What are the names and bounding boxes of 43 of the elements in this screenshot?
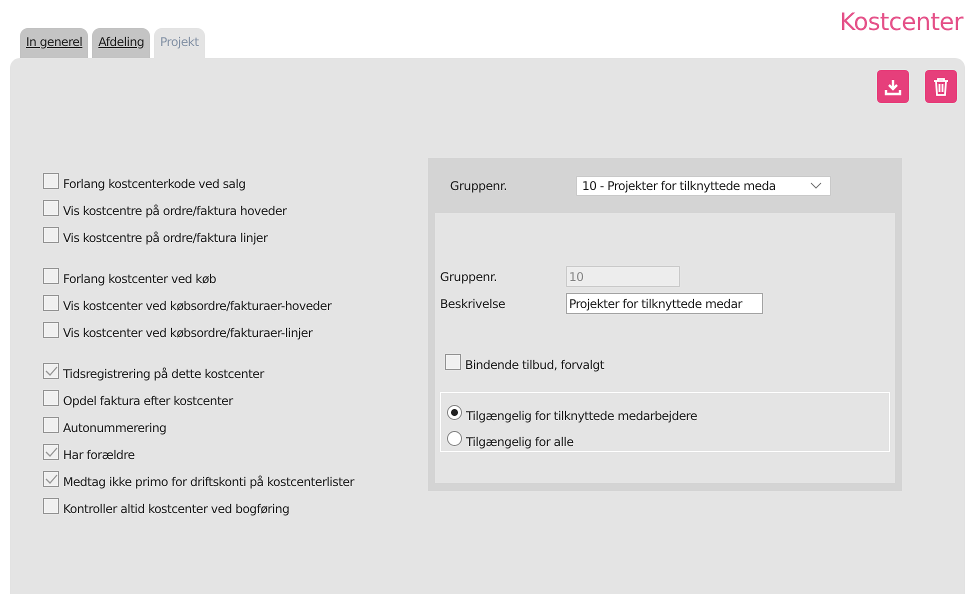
checkbox[interactable]	[43, 295, 59, 311]
checkbox-label: Vis kostcentre på ordre/faktura hoveder	[63, 204, 287, 218]
checkbox-label: Forlang kostcenter ved køb	[63, 272, 216, 286]
radio-label: Tilgængelig for alle	[466, 435, 574, 449]
checkbox-label: Vis kostcentre på ordre/faktura linjer	[63, 231, 268, 245]
checkbox-label: Vis kostcenter ved købsordre/fakturaer-hoveder	[63, 299, 332, 313]
field-label: Beskrivelse	[440, 296, 506, 310]
checkbox-label: Medtag ikke primo for driftskonti på kostcenterlister	[63, 475, 354, 489]
group-select[interactable]: 10 - Projekter for tilknyttede meda	[576, 176, 831, 196]
checkbox[interactable]	[43, 200, 59, 216]
download-icon	[884, 78, 902, 96]
checkbox[interactable]	[43, 417, 59, 433]
page-title: Kostcenter	[840, 8, 963, 36]
checkbox-label: Vis kostcenter ved købsordre/fakturaer-linjer	[63, 326, 312, 340]
text-field[interactable]: Projekter for tilknyttede medar	[566, 293, 763, 314]
trash-icon	[932, 76, 950, 96]
checkbox[interactable]	[43, 173, 59, 189]
checkbox[interactable]	[43, 444, 59, 460]
checkbox-label: Kontroller altid kostcenter ved bogføring	[63, 502, 290, 516]
delete-button[interactable]	[925, 70, 957, 103]
checkbox-label: Opdel faktura efter kostcenter	[63, 394, 233, 408]
checkbox[interactable]	[43, 390, 59, 406]
checkbox-label: Forlang kostcenterkode ved salg	[63, 177, 246, 191]
download-button[interactable]	[877, 70, 909, 103]
tab[interactable]: Afdeling	[92, 28, 150, 58]
checkbox-label: Tidsregistrering på dette kostcenter	[63, 367, 264, 381]
checkbox[interactable]	[43, 498, 59, 514]
checkbox[interactable]	[43, 471, 59, 487]
checkbox[interactable]	[43, 268, 59, 284]
field-label: Gruppenr.	[440, 270, 498, 284]
checkbox-label: Autonummerering	[63, 421, 166, 435]
checkbox[interactable]	[43, 227, 59, 243]
chevron-down-icon	[810, 182, 822, 190]
checkbox[interactable]	[43, 363, 59, 379]
checkbox[interactable]	[445, 354, 461, 370]
radio-button[interactable]	[447, 405, 462, 420]
checkbox-label: Har forældre	[63, 448, 135, 462]
radio-button[interactable]	[447, 431, 462, 446]
radio-label: Tilgængelig for tilknyttede medarbejdere	[466, 409, 698, 423]
field-label: Gruppenr.	[450, 178, 508, 192]
tab[interactable]: In generel	[20, 28, 88, 58]
checkbox[interactable]	[43, 322, 59, 338]
checkbox-label: Bindende tilbud, forvalgt	[465, 358, 604, 372]
